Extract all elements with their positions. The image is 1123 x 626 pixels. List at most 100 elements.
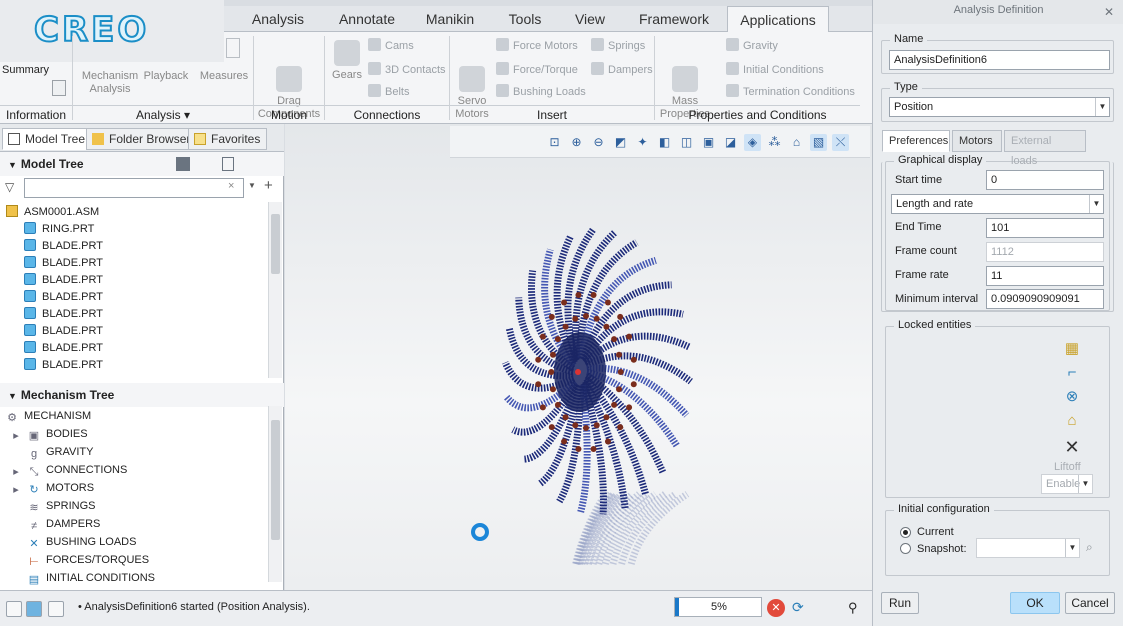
tree-item-blade[interactable]: BLADE.PRT — [24, 255, 103, 272]
tab-model-tree[interactable]: Model Tree — [2, 128, 93, 150]
add-icon[interactable]: + — [264, 177, 273, 194]
repaint-icon[interactable]: ◩ — [612, 134, 629, 151]
lock-point-icon[interactable]: ⊗ — [1063, 388, 1081, 406]
refit-icon[interactable]: ⊡ — [546, 134, 563, 151]
tab-framework[interactable]: Framework — [632, 6, 716, 32]
model-tree-scrollbar[interactable] — [268, 202, 282, 378]
snapshot-preview-icon[interactable]: ⌕ — [1086, 540, 1093, 555]
initial-conditions-button[interactable]: Initial Conditions — [726, 62, 824, 76]
model-tree-header[interactable]: ▼ Model Tree — [0, 152, 284, 176]
tab-tools[interactable]: Tools — [500, 6, 550, 32]
type-select[interactable]: Position ▼ — [889, 97, 1110, 117]
measures-button[interactable]: Measures — [198, 70, 250, 83]
springs-button[interactable]: Springs — [591, 38, 645, 52]
mech-item-dampers[interactable]: ≠ DAMPERS — [28, 516, 100, 533]
tag-display-icon[interactable]: ⌂ — [788, 134, 805, 151]
view-manager-icon[interactable]: ▣ — [700, 134, 717, 151]
annotation-display-icon[interactable]: ⁂ — [766, 134, 783, 151]
run-button[interactable]: Run — [881, 592, 919, 614]
tree-item-blade[interactable]: BLADE.PRT — [24, 357, 103, 374]
tab-view[interactable]: View — [566, 6, 614, 32]
gravity-button[interactable]: Gravity — [726, 38, 778, 52]
navigator-toggle-icon[interactable] — [6, 601, 22, 617]
tree-item-ring[interactable]: RING.PRT — [24, 221, 94, 238]
termination-conditions-button[interactable]: Termination Conditions — [726, 84, 855, 98]
tab-annotate[interactable]: Annotate — [327, 6, 407, 32]
clear-icon[interactable]: × — [228, 180, 234, 192]
current-radio[interactable] — [900, 527, 911, 538]
belts-button[interactable]: Belts — [368, 84, 409, 98]
end-time-label: End Time — [895, 221, 942, 233]
tab-folder-browser[interactable]: Folder Browser — [86, 128, 198, 150]
graphics-viewport[interactable] — [285, 124, 872, 590]
display-mode-select[interactable]: Length and rate ▼ — [891, 194, 1104, 214]
close-icon[interactable]: ✕ — [1104, 2, 1114, 22]
3d-contacts-button[interactable]: 3D Contacts — [368, 62, 446, 76]
force-motors-button[interactable]: Force Motors — [496, 38, 578, 52]
regenerate-icon[interactable]: ⟳ — [792, 599, 804, 616]
ok-button[interactable]: OK — [1010, 592, 1060, 614]
tab-motors[interactable]: Motors — [952, 130, 1002, 152]
mech-item-motors[interactable]: ▸ ↻ MOTORS — [10, 480, 94, 497]
summary-button[interactable]: Summary — [2, 64, 49, 77]
mech-item-mechanism[interactable]: ⚙ MECHANISM — [6, 408, 91, 425]
end-time-input[interactable]: 101 — [986, 218, 1104, 238]
find-icon[interactable]: ⚲ — [848, 601, 864, 617]
chevron-down-icon[interactable]: ▼ — [248, 181, 256, 190]
bushing-loads-button[interactable]: Bushing Loads — [496, 84, 586, 98]
tab-analysis[interactable]: Analysis — [243, 6, 313, 32]
display-style-icon[interactable]: ◧ — [656, 134, 673, 151]
dampers-button[interactable]: Dampers — [591, 62, 653, 76]
mechanism-tree-header[interactable]: ▼ Mechanism Tree — [0, 383, 284, 407]
tree-item-blade[interactable]: BLADE.PRT — [24, 323, 103, 340]
mech-item-bodies[interactable]: ▸ ▣ BODIES — [10, 426, 87, 443]
minimum-interval-input[interactable]: 0.0909090909091 — [986, 289, 1104, 309]
zoom-out-icon[interactable]: ⊖ — [590, 134, 607, 151]
group-label-analysis[interactable]: Analysis ▾ — [73, 105, 253, 123]
show-columns-icon[interactable] — [222, 157, 234, 171]
saved-views-icon[interactable]: ◫ — [678, 134, 695, 151]
mech-item-initial-conditions[interactable]: ▤ INITIAL CONDITIONS — [28, 570, 155, 587]
mech-item-connections[interactable]: ▸ ⤡ CONNECTIONS — [10, 462, 127, 479]
tree-search-input[interactable] — [24, 178, 244, 198]
lock-axis-icon[interactable]: ⌂ — [1063, 412, 1081, 430]
perspective-icon[interactable]: ◪ — [722, 134, 739, 151]
mech-item-springs[interactable]: ≋ SPRINGS — [28, 498, 95, 515]
stop-icon[interactable]: ✕ — [767, 599, 785, 617]
lock-connection-icon[interactable]: ⌐ — [1063, 364, 1081, 382]
tab-preferences[interactable]: Preferences — [882, 130, 950, 152]
tree-item-blade[interactable]: BLADE.PRT — [24, 238, 103, 255]
tree-item-blade[interactable]: BLADE.PRT — [24, 272, 103, 289]
snapshot-radio[interactable] — [900, 543, 911, 554]
tab-manikin[interactable]: Manikin — [418, 6, 482, 32]
cancel-button[interactable]: Cancel — [1065, 592, 1115, 614]
mech-item-gravity[interactable]: g GRAVITY — [28, 444, 94, 461]
datum-display-icon[interactable]: ◈ — [744, 134, 761, 151]
tree-item-blade[interactable]: BLADE.PRT — [24, 306, 103, 323]
zoom-in-icon[interactable]: ⊕ — [568, 134, 585, 151]
start-time-input[interactable]: 0 — [986, 170, 1104, 190]
playback-button[interactable]: Playback — [142, 70, 190, 83]
browser-toggle-icon[interactable] — [26, 601, 42, 617]
tree-item-blade[interactable]: BLADE.PRT — [24, 340, 103, 357]
mech-item-forces-torques[interactable]: ⊢ FORCES/TORQUES — [28, 552, 149, 569]
mechanism-tree-scrollbar[interactable] — [268, 406, 282, 582]
lock-body-icon[interactable]: ▦ — [1063, 340, 1081, 358]
gears-button[interactable]: Gears — [328, 40, 366, 82]
name-field[interactable]: AnalysisDefinition6 — [889, 50, 1110, 70]
tree-item-asm[interactable]: ASM0001.ASM — [6, 204, 99, 221]
tree-settings-icon[interactable] — [176, 157, 190, 171]
tab-favorites[interactable]: Favorites — [188, 128, 268, 150]
spin-center-icon[interactable]: ✦ — [634, 134, 651, 151]
mechanism-analysis-button[interactable]: Mechanism Analysis — [78, 70, 142, 96]
cams-button[interactable]: Cams — [368, 38, 414, 52]
delete-icon[interactable]: ✕ — [1063, 438, 1081, 456]
force-torque-button[interactable]: Force/Torque — [496, 62, 578, 76]
fullscreen-icon[interactable] — [48, 601, 64, 617]
tree-item-blade[interactable]: BLADE.PRT — [24, 289, 103, 306]
plane-display-icon[interactable]: ▧ — [810, 134, 827, 151]
mech-item-bushing-loads[interactable]: ✕ BUSHING LOADS — [28, 534, 136, 551]
tab-applications[interactable]: Applications — [727, 6, 829, 32]
frame-rate-input[interactable]: 11 — [986, 266, 1104, 286]
axis-display-icon[interactable]: ⤬ — [832, 134, 849, 151]
